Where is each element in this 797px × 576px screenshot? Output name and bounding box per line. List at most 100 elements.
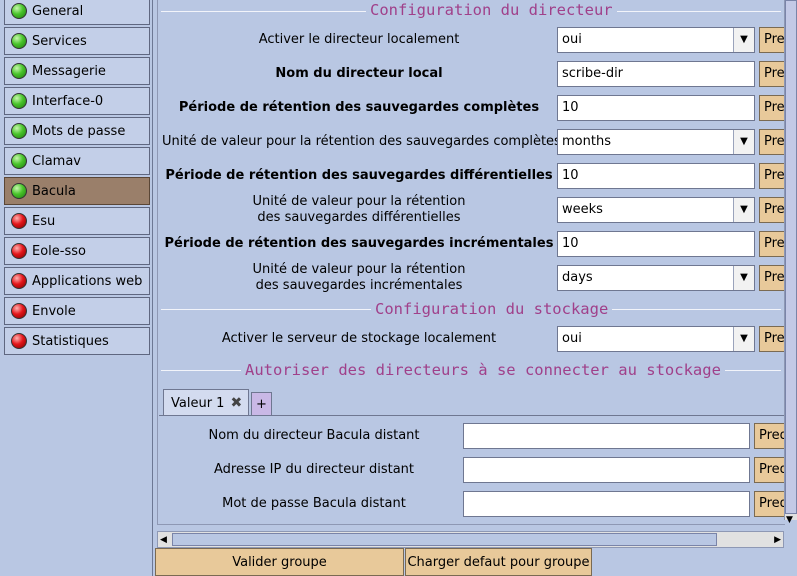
status-error-icon [11,243,27,259]
sidebar-item-esu[interactable]: Esu [4,207,150,235]
sidebar-item-general[interactable]: General [4,0,150,25]
preset-button[interactable]: Pre [759,27,785,53]
close-tab-icon[interactable]: ✖ [230,395,242,411]
sidebar-item-label: Esu [32,213,56,229]
sidebar-item-messagerie[interactable]: Messagerie [4,57,150,85]
diff-retention-unit-select[interactable]: weeks ▼ [557,197,755,223]
full-retention-unit-select[interactable]: months ▼ [557,129,755,155]
full-retention-input[interactable]: 10 [557,95,755,121]
sidebar-item-label: Statistiques [32,333,109,349]
dropdown-arrow-icon[interactable]: ▼ [733,266,754,290]
scroll-thumb[interactable] [172,533,717,546]
sidebar-item-label: General [32,3,84,19]
load-default-group-button[interactable]: Charger defaut pour groupe [405,548,592,576]
status-ok-icon [11,153,27,169]
field-label-line: des sauvegardes différentielles [257,210,461,225]
field-label: Unité de valeur pour la rétention des sau… [162,262,556,294]
remote-password-input[interactable] [463,491,750,517]
incr-retention-unit-select[interactable]: days ▼ [557,265,755,291]
preset-button[interactable]: Pre [759,129,785,155]
preset-button[interactable]: Pre [759,197,785,223]
vertical-scrollbar[interactable]: ▼ [784,0,797,530]
status-ok-icon [11,183,27,199]
sidebar-item-label: Applications web [32,273,143,289]
select-value: weeks [562,202,603,217]
status-error-icon [11,303,27,319]
diff-retention-input[interactable]: 10 [557,163,755,189]
section-title-director: Configuration du directeur [366,1,617,19]
dropdown-arrow-icon[interactable]: ▼ [733,130,754,154]
status-error-icon [11,333,27,349]
sidebar-item-eole-sso[interactable]: Eole-sso [4,237,150,265]
preset-button[interactable]: Pred [754,457,785,483]
sidebar-item-statistiques[interactable]: Statistiques [4,327,150,355]
field-label: Unité de valeur pour la rétention des sa… [162,134,561,149]
scroll-down-arrow-icon[interactable]: ▼ [786,515,793,525]
select-value: oui [562,331,582,346]
field-label: Période de rétention des sauvegardes dif… [165,168,553,183]
preset-button[interactable]: Pre [759,61,785,87]
sidebar-item-services[interactable]: Services [4,27,150,55]
sidebar-item-clamav[interactable]: Clamav [4,147,150,175]
dropdown-arrow-icon[interactable]: ▼ [733,327,754,351]
sidebar: General Services Messagerie Interface-0 … [0,0,153,576]
status-ok-icon [11,3,27,19]
sidebar-item-label: Services [32,33,87,49]
tab-label: Valeur 1 [171,395,225,411]
enable-director-select[interactable]: oui ▼ [557,27,755,53]
preset-button[interactable]: Pre [759,265,785,291]
sidebar-item-mots-de-passe[interactable]: Mots de passe [4,117,150,145]
sidebar-item-bacula[interactable]: Bacula [4,177,150,205]
field-label: Activer le directeur localement [258,32,460,47]
sidebar-item-label: Bacula [32,183,76,199]
status-ok-icon [11,123,27,139]
sidebar-item-applications-web[interactable]: Applications web [4,267,150,295]
sidebar-item-label: Clamav [32,153,81,169]
tab-valeur-1[interactable]: Valeur 1 ✖ [163,389,249,416]
incr-retention-input[interactable]: 10 [557,231,755,257]
scroll-left-arrow-icon[interactable]: ◀ [160,535,167,545]
sidebar-item-interface-0[interactable]: Interface-0 [4,87,150,115]
preset-button[interactable]: Pre [759,326,785,352]
status-error-icon [11,213,27,229]
select-value: months [562,134,611,149]
validate-group-button[interactable]: Valider groupe [155,548,404,576]
dropdown-arrow-icon[interactable]: ▼ [733,198,754,222]
sidebar-item-label: Mots de passe [32,123,126,139]
add-tab-button[interactable]: + [251,392,272,416]
scroll-thumb[interactable] [785,0,797,514]
status-ok-icon [11,63,27,79]
remote-director-name-input[interactable] [463,423,750,449]
sidebar-item-label: Envole [32,303,76,319]
preset-button[interactable]: Pre [759,163,785,189]
preset-button[interactable]: Pre [759,95,785,121]
preset-button[interactable]: Pre [759,231,785,257]
scroll-right-arrow-icon[interactable]: ▶ [774,535,781,545]
field-label: Période de rétention des sauvegardes com… [178,100,540,115]
remote-director-ip-input[interactable] [463,457,750,483]
field-label: Adresse IP du directeur distant [214,462,414,477]
horizontal-scrollbar[interactable]: ◀ ▶ [157,531,784,548]
director-name-input[interactable]: scribe-dir [557,61,755,87]
sidebar-item-envole[interactable]: Envole [4,297,150,325]
sidebar-item-label: Messagerie [32,63,106,79]
field-label-line: Unité de valeur pour la rétention [252,194,466,209]
preset-button[interactable]: Pred [754,423,785,449]
field-label: Activer le serveur de stockage localemen… [221,331,497,346]
status-ok-icon [11,33,27,49]
select-value: oui [562,32,582,47]
config-panel: Configuration du directeur Activer le di… [157,0,785,525]
section-title-allow-directors: Autoriser des directeurs à se connecter … [241,361,725,379]
field-label: Nom du directeur Bacula distant [208,428,420,443]
preset-button[interactable]: Pred [754,491,785,517]
dropdown-arrow-icon[interactable]: ▼ [733,28,754,52]
field-label-line: des sauvegardes incrémentales [255,278,463,293]
field-label: Période de rétention des sauvegardes inc… [164,236,554,251]
field-label: Nom du directeur local [275,66,443,81]
sidebar-item-label: Interface-0 [32,93,104,109]
field-label: Unité de valeur pour la rétention des sau… [162,194,556,226]
status-ok-icon [11,93,27,109]
enable-storage-select[interactable]: oui ▼ [557,326,755,352]
select-value: days [562,270,593,285]
sidebar-item-label: Eole-sso [32,243,86,259]
